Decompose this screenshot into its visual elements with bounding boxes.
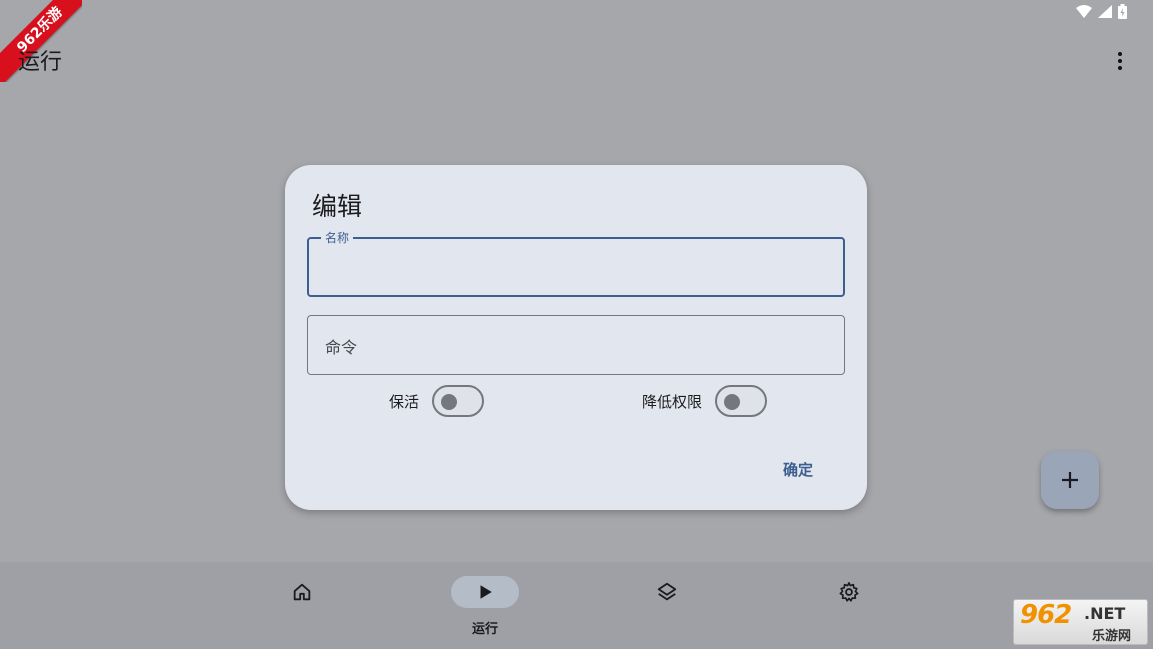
lower-privilege-switch[interactable] bbox=[715, 385, 768, 417]
watermark-sub: 乐游网 bbox=[1092, 629, 1132, 644]
edit-dialog: 编辑 名称 命令 保活 降低权限 确定 bbox=[285, 165, 867, 510]
signal-icon bbox=[1098, 5, 1112, 18]
watermark-net: .NET bbox=[1084, 604, 1126, 623]
lower-privilege-row: 降低权限 bbox=[642, 384, 768, 418]
keepalive-switch[interactable] bbox=[432, 385, 485, 417]
play-icon bbox=[480, 585, 492, 599]
wifi-icon bbox=[1076, 5, 1092, 18]
nav-item-home[interactable] bbox=[257, 562, 347, 649]
nav-settings-indicator bbox=[815, 576, 883, 608]
home-icon bbox=[293, 583, 311, 601]
lower-privilege-label: 降低权限 bbox=[642, 392, 703, 411]
layers-icon bbox=[657, 582, 677, 601]
plus-icon bbox=[1062, 472, 1078, 488]
page-title: 运行 bbox=[18, 50, 63, 75]
keepalive-label: 保活 bbox=[389, 392, 420, 411]
nav-home-indicator bbox=[268, 576, 336, 608]
more-options-button[interactable] bbox=[1108, 49, 1132, 73]
command-input[interactable] bbox=[308, 316, 848, 376]
nav-item-settings[interactable] bbox=[804, 562, 894, 649]
status-bar bbox=[1076, 4, 1127, 19]
nav-run-label: 运行 bbox=[471, 622, 498, 637]
watermark-number: 962 bbox=[1020, 600, 1072, 630]
keepalive-row: 保活 bbox=[389, 384, 485, 418]
nav-layers-indicator bbox=[633, 576, 701, 608]
app-screen: 962乐游 运行 编辑 名称 命令 保活 降低权限 确定 运行 962 .NET… bbox=[0, 0, 1153, 649]
switch-thumb bbox=[441, 394, 458, 410]
gear-icon bbox=[839, 582, 859, 602]
command-field[interactable]: 命令 bbox=[307, 315, 848, 376]
name-field[interactable]: 名称 bbox=[307, 229, 847, 297]
more-vert-icon-dot bbox=[1118, 59, 1122, 63]
nav-run-indicator bbox=[451, 576, 519, 608]
dialog-title: 编辑 bbox=[312, 192, 363, 221]
switch-thumb bbox=[724, 394, 741, 410]
more-vert-icon bbox=[1118, 52, 1122, 56]
add-button[interactable] bbox=[1041, 451, 1099, 509]
watermark-logo: 962 .NET 乐游网 bbox=[1013, 599, 1148, 645]
battery-icon bbox=[1118, 4, 1127, 19]
name-input[interactable] bbox=[309, 239, 847, 297]
nav-item-layers[interactable] bbox=[622, 562, 712, 649]
bottom-navigation: 运行 bbox=[0, 562, 1153, 649]
more-vert-icon-dot bbox=[1118, 66, 1122, 70]
nav-item-run[interactable]: 运行 bbox=[440, 562, 530, 649]
confirm-button[interactable]: 确定 bbox=[775, 455, 821, 484]
